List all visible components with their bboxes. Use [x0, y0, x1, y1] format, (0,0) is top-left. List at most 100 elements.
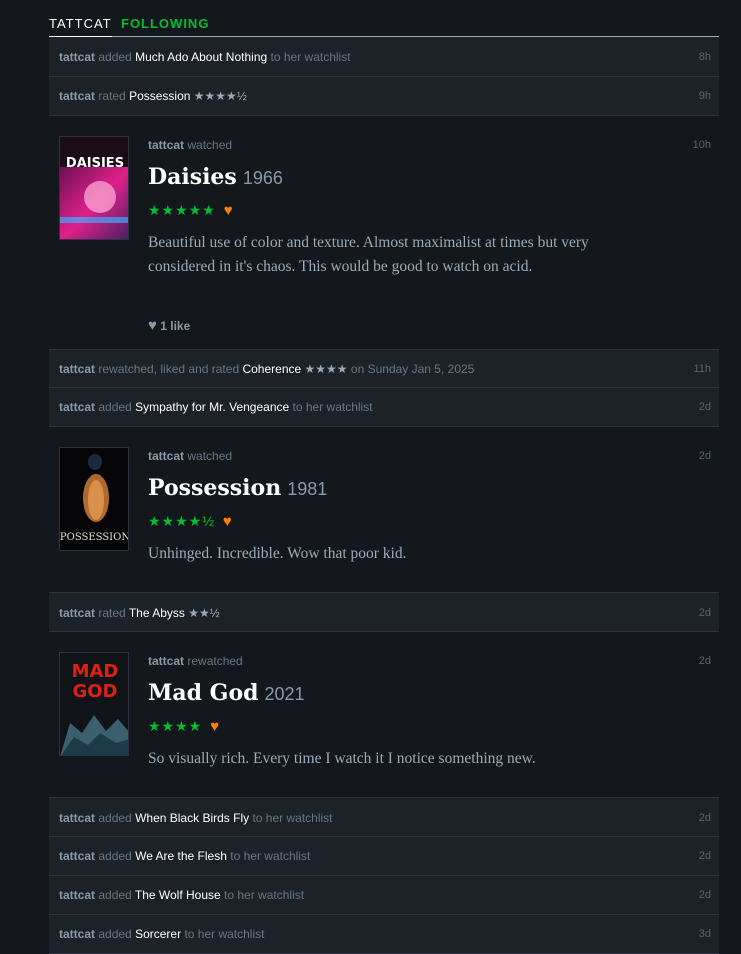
- suffix-text: to her watchlist: [230, 849, 311, 863]
- tab-bar: TATTCAT FOLLOWING: [49, 0, 719, 37]
- suffix-text: to her watchlist: [292, 400, 373, 414]
- user-link[interactable]: tattcat: [148, 449, 184, 463]
- activity-row: tattcat rated Possession ★★★★½ 9h: [49, 77, 719, 116]
- action-text: rated: [98, 89, 126, 103]
- rating-stars: ★★★★: [148, 718, 203, 734]
- film-title[interactable]: Daisies 1966: [148, 164, 283, 190]
- svg-text:GOD: GOD: [72, 681, 117, 702]
- film-poster[interactable]: POSSESSION: [59, 447, 129, 551]
- activity-row: tattcat added Sympathy for Mr. Vengeance…: [49, 388, 719, 427]
- film-poster[interactable]: DAISIES: [59, 136, 129, 240]
- rating: ★★★★★ ♥: [148, 202, 234, 219]
- film-title-text[interactable]: Possession: [148, 475, 281, 501]
- rating: ★★★★ ♥: [148, 718, 220, 735]
- film-link[interactable]: We Are the Flesh: [135, 849, 227, 863]
- suffix-text: to her watchlist: [252, 811, 333, 825]
- suffix-text: to her watchlist: [224, 888, 305, 902]
- action-text: added: [98, 811, 132, 825]
- user-link[interactable]: tattcat: [59, 606, 95, 620]
- action-text: added: [98, 888, 132, 902]
- review-text: Unhinged. Incredible. Wow that poor kid.: [148, 545, 407, 562]
- film-link[interactable]: The Wolf House: [135, 888, 221, 902]
- activity-row: tattcat rewatched, liked and rated Coher…: [49, 349, 719, 388]
- film-title[interactable]: Mad God 2021: [148, 680, 305, 706]
- timestamp: 2d: [698, 607, 711, 619]
- film-title[interactable]: Possession 1981: [148, 475, 327, 501]
- review-meta: tattcat rewatched: [148, 654, 243, 668]
- film-link[interactable]: The Abyss: [129, 606, 185, 620]
- timestamp: 2d: [698, 889, 711, 901]
- timestamp: 3d: [698, 928, 711, 940]
- activity-row: tattcat added The Wolf House to her watc…: [49, 876, 719, 915]
- user-link[interactable]: tattcat: [59, 849, 95, 863]
- review-text: So visually rich. Every time I watch it …: [148, 750, 536, 767]
- action-text: added: [98, 50, 132, 64]
- user-link[interactable]: tattcat: [59, 927, 95, 941]
- user-link[interactable]: tattcat: [59, 89, 95, 103]
- film-link[interactable]: Sorcerer: [135, 927, 181, 941]
- user-link[interactable]: tattcat: [59, 888, 95, 902]
- like-count: 1 like: [160, 319, 191, 333]
- film-year[interactable]: 1981: [287, 479, 327, 499]
- poster-title-text: MAD: [72, 661, 119, 682]
- action-text: rewatched, liked and rated: [98, 362, 240, 376]
- tab-following[interactable]: FOLLOWING: [121, 16, 209, 31]
- liked-heart-icon: ♥: [210, 718, 221, 735]
- film-link[interactable]: Possession: [129, 89, 190, 103]
- liked-heart-icon: ♥: [222, 513, 233, 530]
- film-year[interactable]: 1966: [243, 168, 283, 188]
- timestamp: 2d: [698, 655, 711, 667]
- like-button[interactable]: ♥ 1 like: [148, 317, 190, 334]
- suffix-text: to her watchlist: [184, 927, 265, 941]
- tab-tattcat[interactable]: TATTCAT: [49, 16, 112, 37]
- activity-feed: TATTCAT FOLLOWING tattcat added Much Ado…: [49, 0, 719, 954]
- rating-stars: ★★★★½: [148, 513, 215, 529]
- rating-stars: ★★★★: [304, 362, 348, 376]
- film-link[interactable]: Coherence: [242, 362, 301, 376]
- poster-title-text: POSSESSION: [60, 532, 129, 543]
- user-link[interactable]: tattcat: [148, 654, 184, 668]
- film-link[interactable]: Much Ado About Nothing: [135, 50, 267, 64]
- suffix-text: to her watchlist: [270, 50, 351, 64]
- action-text: watched: [187, 449, 233, 463]
- rating-stars: ★★★★½: [193, 89, 247, 103]
- user-link[interactable]: tattcat: [148, 138, 184, 152]
- timestamp: 10h: [692, 139, 711, 151]
- activity-row: tattcat rated The Abyss ★★½ 2d: [49, 592, 719, 632]
- user-link[interactable]: tattcat: [59, 50, 95, 64]
- action-text: watched: [187, 138, 233, 152]
- timestamp: 11h: [693, 363, 711, 375]
- timestamp: 2d: [698, 401, 711, 413]
- timestamp: 8h: [698, 51, 711, 63]
- suffix-text: on Sunday Jan 5, 2025: [350, 362, 475, 376]
- action-text: rewatched: [187, 654, 243, 668]
- timestamp: 9h: [698, 90, 711, 102]
- film-title-text[interactable]: Mad God: [148, 680, 259, 706]
- action-text: added: [98, 400, 132, 414]
- activity-row: tattcat added Sorcerer to her watchlist …: [49, 915, 719, 954]
- user-link[interactable]: tattcat: [59, 400, 95, 414]
- rating-stars: ★★★★★: [148, 202, 216, 218]
- review-text: Beautiful use of color and texture. Almo…: [148, 234, 589, 275]
- user-link[interactable]: tattcat: [59, 362, 95, 376]
- film-link[interactable]: Sympathy for Mr. Vengeance: [135, 400, 289, 414]
- action-text: rated: [98, 606, 126, 620]
- timestamp: 2d: [698, 450, 711, 462]
- timestamp: 2d: [698, 812, 711, 824]
- film-link[interactable]: When Black Birds Fly: [135, 811, 249, 825]
- rating-stars: ★★½: [188, 606, 220, 620]
- action-text: added: [98, 927, 132, 941]
- film-year[interactable]: 2021: [265, 684, 305, 704]
- activity-row: tattcat added We Are the Flesh to her wa…: [49, 837, 719, 876]
- activity-row: tattcat added When Black Birds Fly to he…: [49, 797, 719, 837]
- review-meta: tattcat watched: [148, 138, 232, 152]
- timestamp: 2d: [698, 850, 711, 862]
- film-title-text[interactable]: Daisies: [148, 164, 237, 190]
- review-meta: tattcat watched: [148, 449, 232, 463]
- user-link[interactable]: tattcat: [59, 811, 95, 825]
- review-entry: POSSESSION tattcat watched 2d Possession…: [49, 427, 719, 592]
- film-poster[interactable]: MAD GOD: [59, 652, 129, 756]
- review-entry: DAISIES tattcat watched 10h Daisies 1966 …: [49, 116, 719, 349]
- review-entry: MAD GOD tattcat rewatched 2d Mad God 2021…: [49, 632, 719, 797]
- action-text: added: [98, 849, 132, 863]
